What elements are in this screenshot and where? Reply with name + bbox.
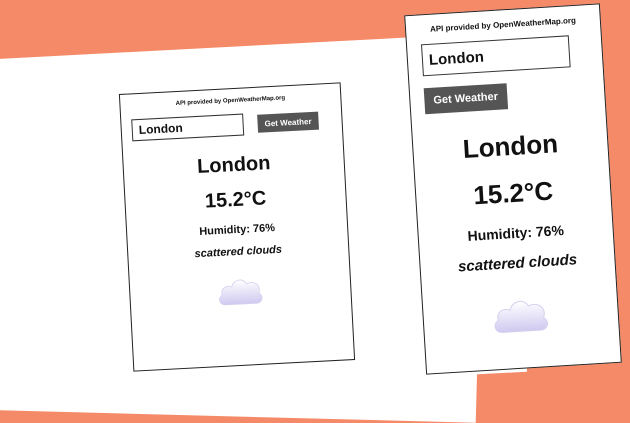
- get-weather-button[interactable]: Get Weather: [423, 83, 508, 115]
- city-name: London: [196, 152, 271, 178]
- api-credit: API provided by OpenWeatherMap.org: [429, 15, 577, 34]
- humidity: Humidity: 76%: [467, 221, 565, 244]
- city-search-input[interactable]: [131, 113, 245, 142]
- temperature: 15.2°C: [204, 187, 267, 213]
- weather-card-large: API provided by OpenWeatherMap.org Get W…: [404, 3, 622, 375]
- api-credit: API provided by OpenWeatherMap.org: [175, 95, 286, 108]
- weather-card-small: API provided by OpenWeatherMap.org Get W…: [118, 82, 356, 372]
- search-row: Get Weather: [420, 33, 605, 115]
- weather-description: scattered clouds: [457, 251, 578, 276]
- scattered-clouds-icon: [494, 300, 549, 333]
- weather-description: scattered clouds: [194, 243, 283, 261]
- humidity: Humidity: 76%: [198, 222, 276, 238]
- temperature: 15.2°C: [472, 175, 554, 211]
- search-row: Get Weather: [131, 108, 342, 142]
- get-weather-button[interactable]: Get Weather: [257, 111, 319, 133]
- city-name: London: [461, 128, 559, 164]
- scattered-clouds-icon: [219, 279, 263, 306]
- city-search-input[interactable]: [420, 35, 571, 77]
